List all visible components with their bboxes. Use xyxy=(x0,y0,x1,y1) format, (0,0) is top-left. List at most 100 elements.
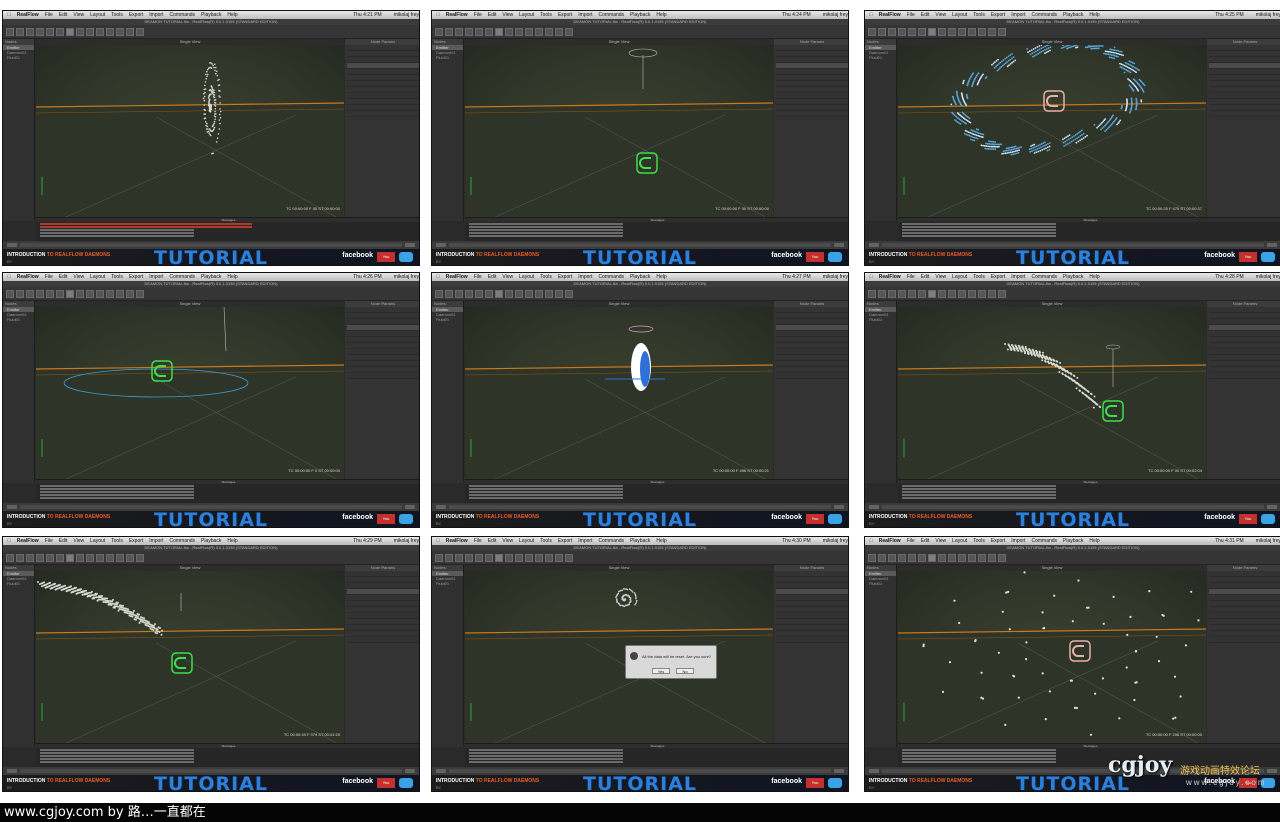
toolbar-button[interactable] xyxy=(455,28,463,36)
toolbar-button[interactable] xyxy=(565,28,573,36)
menu-item[interactable]: View xyxy=(935,11,946,19)
toolbar-button[interactable] xyxy=(928,28,936,36)
node-item[interactable]: Fluid01 xyxy=(3,581,34,586)
menu-item[interactable]: Help xyxy=(656,11,666,19)
toolbar-button[interactable] xyxy=(918,290,926,298)
toolbar-button[interactable] xyxy=(76,290,84,298)
toolbar-button[interactable] xyxy=(978,28,986,36)
toolbar-button[interactable] xyxy=(56,554,64,562)
toolbar-button[interactable] xyxy=(465,28,473,36)
menu-user[interactable]: mikolaj frey xyxy=(823,273,848,281)
menu-item[interactable]: Export xyxy=(991,537,1005,545)
app-menu[interactable]: RealFlow xyxy=(879,537,901,545)
apple-icon[interactable]:  xyxy=(7,537,11,545)
toolbar-button[interactable] xyxy=(76,554,84,562)
menu-item[interactable]: Playback xyxy=(201,537,221,545)
toolbar-button[interactable] xyxy=(968,28,976,36)
single-view[interactable]: Single View All the data will be reset. A… xyxy=(465,565,773,743)
toolbar-button[interactable] xyxy=(455,554,463,562)
toolbar-button[interactable] xyxy=(106,554,114,562)
menu-item[interactable]: File xyxy=(907,537,915,545)
menu-item[interactable]: View xyxy=(73,273,84,281)
toolbar-button[interactable] xyxy=(898,554,906,562)
toolbar-button[interactable] xyxy=(16,554,24,562)
toolbar-button[interactable] xyxy=(868,290,876,298)
toolbar-button[interactable] xyxy=(96,290,104,298)
toolbar-button[interactable] xyxy=(878,290,886,298)
youtube-icon[interactable]: You xyxy=(377,514,395,524)
app-menu[interactable]: RealFlow xyxy=(879,273,901,281)
play-button[interactable] xyxy=(436,769,446,773)
toolbar-button[interactable] xyxy=(525,28,533,36)
app-menu[interactable]: RealFlow xyxy=(879,11,901,19)
node-item[interactable]: Fluid01 xyxy=(865,581,896,586)
toolbar-button[interactable] xyxy=(485,290,493,298)
simulate-button[interactable] xyxy=(834,769,844,773)
no-button[interactable]: No xyxy=(676,668,694,674)
menu-item[interactable]: Commands xyxy=(1031,273,1057,281)
menu-item[interactable]: Commands xyxy=(1031,537,1057,545)
play-button[interactable] xyxy=(7,505,17,509)
menu-item[interactable]: Tools xyxy=(111,537,123,545)
toolbar-button[interactable] xyxy=(435,28,443,36)
menu-item[interactable]: Help xyxy=(1089,11,1099,19)
toolbar-button[interactable] xyxy=(16,28,24,36)
viewport-scene[interactable] xyxy=(36,307,344,479)
menu-item[interactable]: File xyxy=(45,537,53,545)
toolbar-button[interactable] xyxy=(535,28,543,36)
toolbar-button[interactable] xyxy=(505,290,513,298)
toolbar-button[interactable] xyxy=(106,290,114,298)
toolbar-button[interactable] xyxy=(515,28,523,36)
menu-item[interactable]: File xyxy=(474,273,482,281)
menu-item[interactable]: Commands xyxy=(1031,11,1057,19)
menu-item[interactable]: Export xyxy=(558,11,572,19)
toolbar-button[interactable] xyxy=(515,554,523,562)
menu-item[interactable]: Import xyxy=(149,537,163,545)
toolbar-button[interactable] xyxy=(898,290,906,298)
menu-item[interactable]: Playback xyxy=(630,273,650,281)
toolbar-button[interactable] xyxy=(545,28,553,36)
toolbar-button[interactable] xyxy=(988,28,996,36)
menu-item[interactable]: Layout xyxy=(519,537,534,545)
toolbar-button[interactable] xyxy=(978,554,986,562)
menu-item[interactable]: Help xyxy=(227,11,237,19)
menu-item[interactable]: Edit xyxy=(921,11,930,19)
apple-icon[interactable]:  xyxy=(436,537,440,545)
facebook-logo[interactable]: facebook xyxy=(1204,514,1235,521)
menu-item[interactable]: Layout xyxy=(90,11,105,19)
toolbar-button[interactable] xyxy=(495,554,503,562)
menu-item[interactable]: Tools xyxy=(540,537,552,545)
simulate-button[interactable] xyxy=(1267,505,1277,509)
menu-item[interactable]: Layout xyxy=(952,11,967,19)
play-button[interactable] xyxy=(7,769,17,773)
app-menu[interactable]: RealFlow xyxy=(17,273,39,281)
menu-item[interactable]: File xyxy=(907,11,915,19)
menu-item[interactable]: Export xyxy=(991,273,1005,281)
toolbar-button[interactable] xyxy=(505,554,513,562)
menu-item[interactable]: Playback xyxy=(1063,11,1083,19)
menu-item[interactable]: View xyxy=(73,11,84,19)
toolbar-button[interactable] xyxy=(505,28,513,36)
toolbar-button[interactable] xyxy=(888,290,896,298)
menu-item[interactable]: Playback xyxy=(1063,537,1083,545)
toolbar-button[interactable] xyxy=(898,28,906,36)
menu-item[interactable]: View xyxy=(935,273,946,281)
toolbar-button[interactable] xyxy=(868,28,876,36)
facebook-logo[interactable]: facebook xyxy=(771,514,802,521)
node-item[interactable]: Fluid01 xyxy=(3,317,34,322)
node-item[interactable]: Fluid01 xyxy=(432,55,463,60)
twitter-icon[interactable] xyxy=(828,778,842,788)
toolbar-button[interactable] xyxy=(66,290,74,298)
viewport-scene[interactable] xyxy=(465,571,773,743)
toolbar-button[interactable] xyxy=(968,554,976,562)
toolbar-button[interactable] xyxy=(76,28,84,36)
facebook-logo[interactable]: facebook xyxy=(771,252,802,259)
menu-item[interactable]: Edit xyxy=(59,273,68,281)
toolbar-button[interactable] xyxy=(928,290,936,298)
param-row[interactable] xyxy=(776,111,848,117)
menu-item[interactable]: Edit xyxy=(488,11,497,19)
toolbar-button[interactable] xyxy=(888,554,896,562)
menu-item[interactable]: Layout xyxy=(952,537,967,545)
toolbar-button[interactable] xyxy=(878,554,886,562)
menu-item[interactable]: Playback xyxy=(1063,273,1083,281)
